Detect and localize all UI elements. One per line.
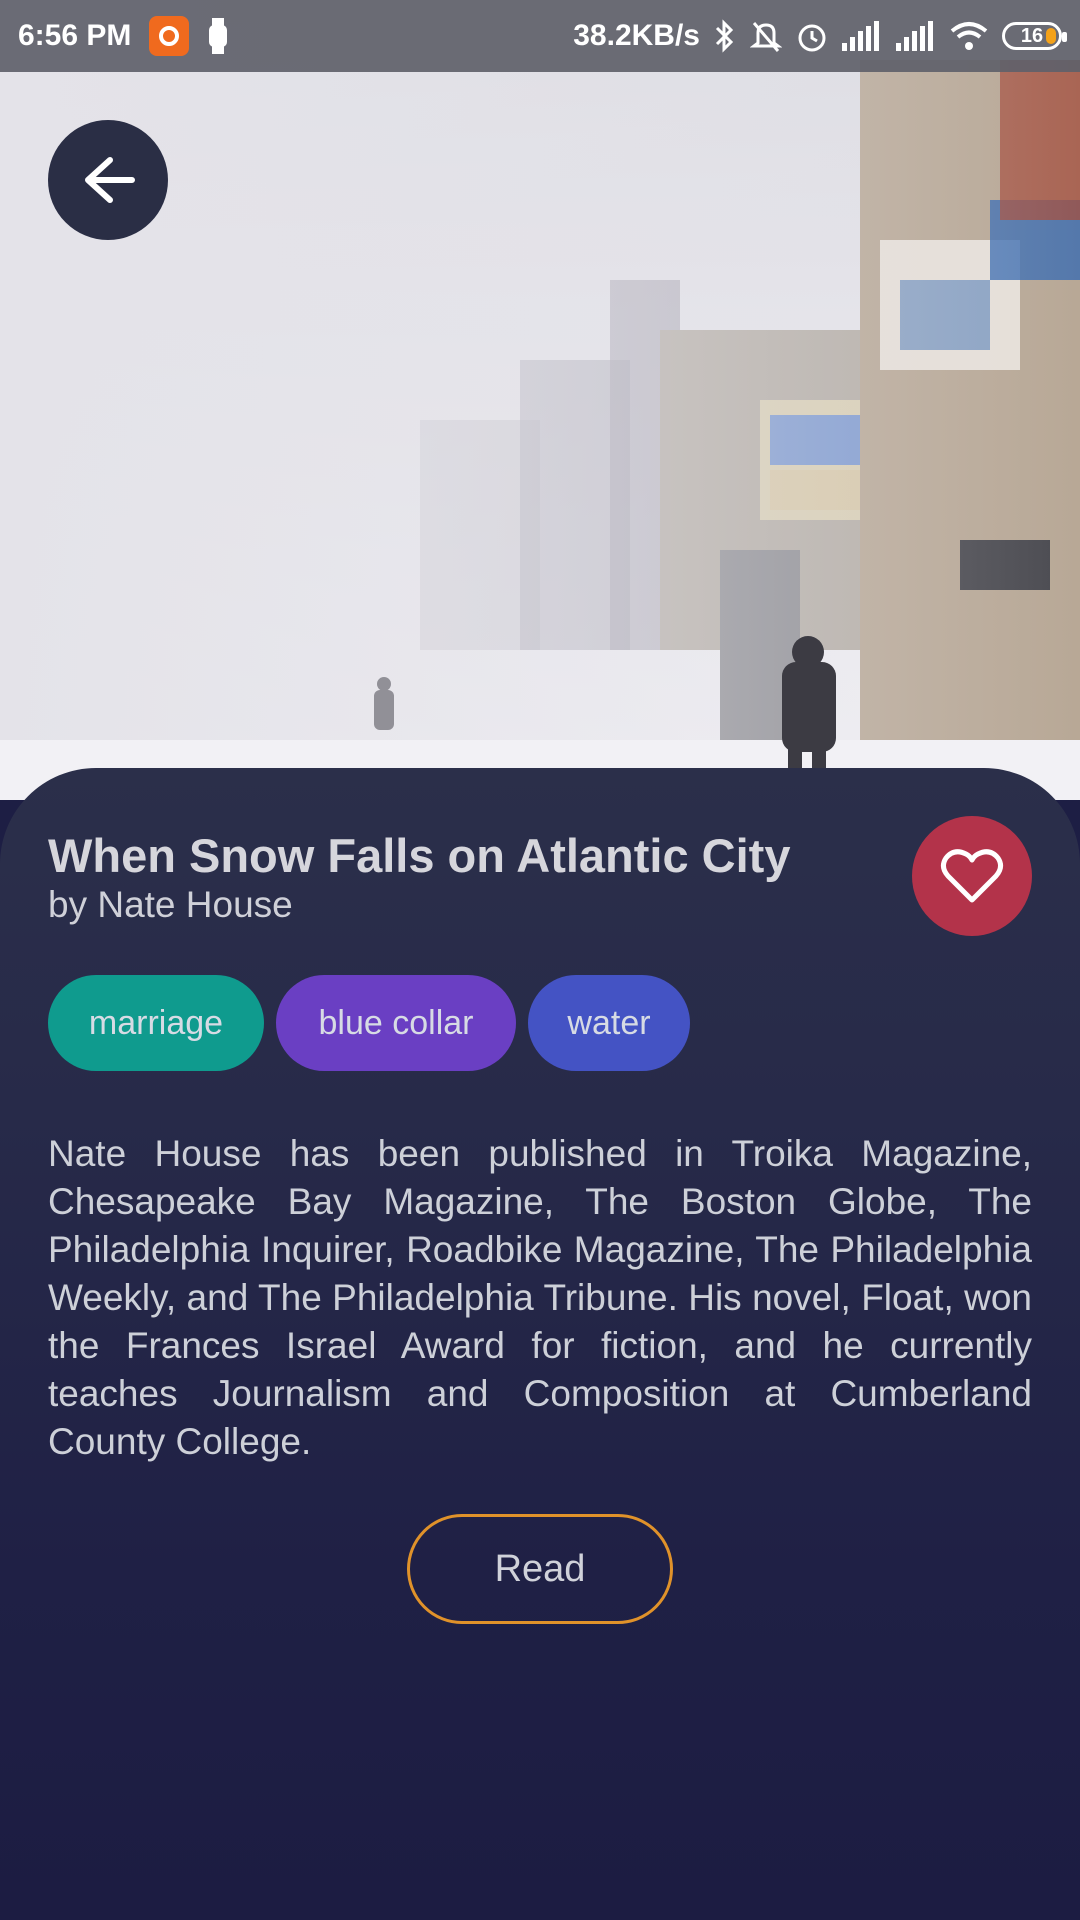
- mute-bell-icon: [750, 19, 782, 53]
- wifi-icon: [950, 21, 988, 51]
- snowy-boardwalk-illustration: [0, 0, 1080, 800]
- battery-level: 16: [1020, 24, 1044, 47]
- app-notification-icon: [149, 16, 190, 56]
- status-time: 6:56 PM: [18, 19, 132, 52]
- status-bar: 6:56 PM 38.2KB/s 16: [0, 0, 1080, 72]
- tag-blue-collar[interactable]: blue collar: [276, 975, 516, 1071]
- signal-icon-1: [842, 21, 882, 51]
- read-button[interactable]: Read: [407, 1514, 673, 1624]
- heart-icon: [940, 849, 1004, 903]
- network-speed: 38.2KB/s: [573, 19, 700, 52]
- story-author: by Nate House: [48, 884, 293, 925]
- tag-water[interactable]: water: [528, 975, 690, 1071]
- alarm-icon: [796, 19, 828, 53]
- back-button[interactable]: [48, 120, 168, 240]
- arrow-left-icon: [85, 157, 135, 203]
- watch-icon: [207, 18, 229, 54]
- signal-icon-2: [896, 21, 936, 51]
- story-title: When Snow Falls on Atlantic City: [48, 829, 791, 882]
- favorite-button[interactable]: [912, 816, 1032, 936]
- tag-list: marriage blue collar water: [48, 975, 690, 1071]
- hero-image: [0, 0, 1080, 800]
- battery-icon: 16: [1002, 22, 1067, 50]
- bluetooth-icon: [714, 19, 736, 53]
- tag-marriage[interactable]: marriage: [48, 975, 264, 1071]
- story-description: Nate House has been published in Troika …: [48, 1133, 1032, 1462]
